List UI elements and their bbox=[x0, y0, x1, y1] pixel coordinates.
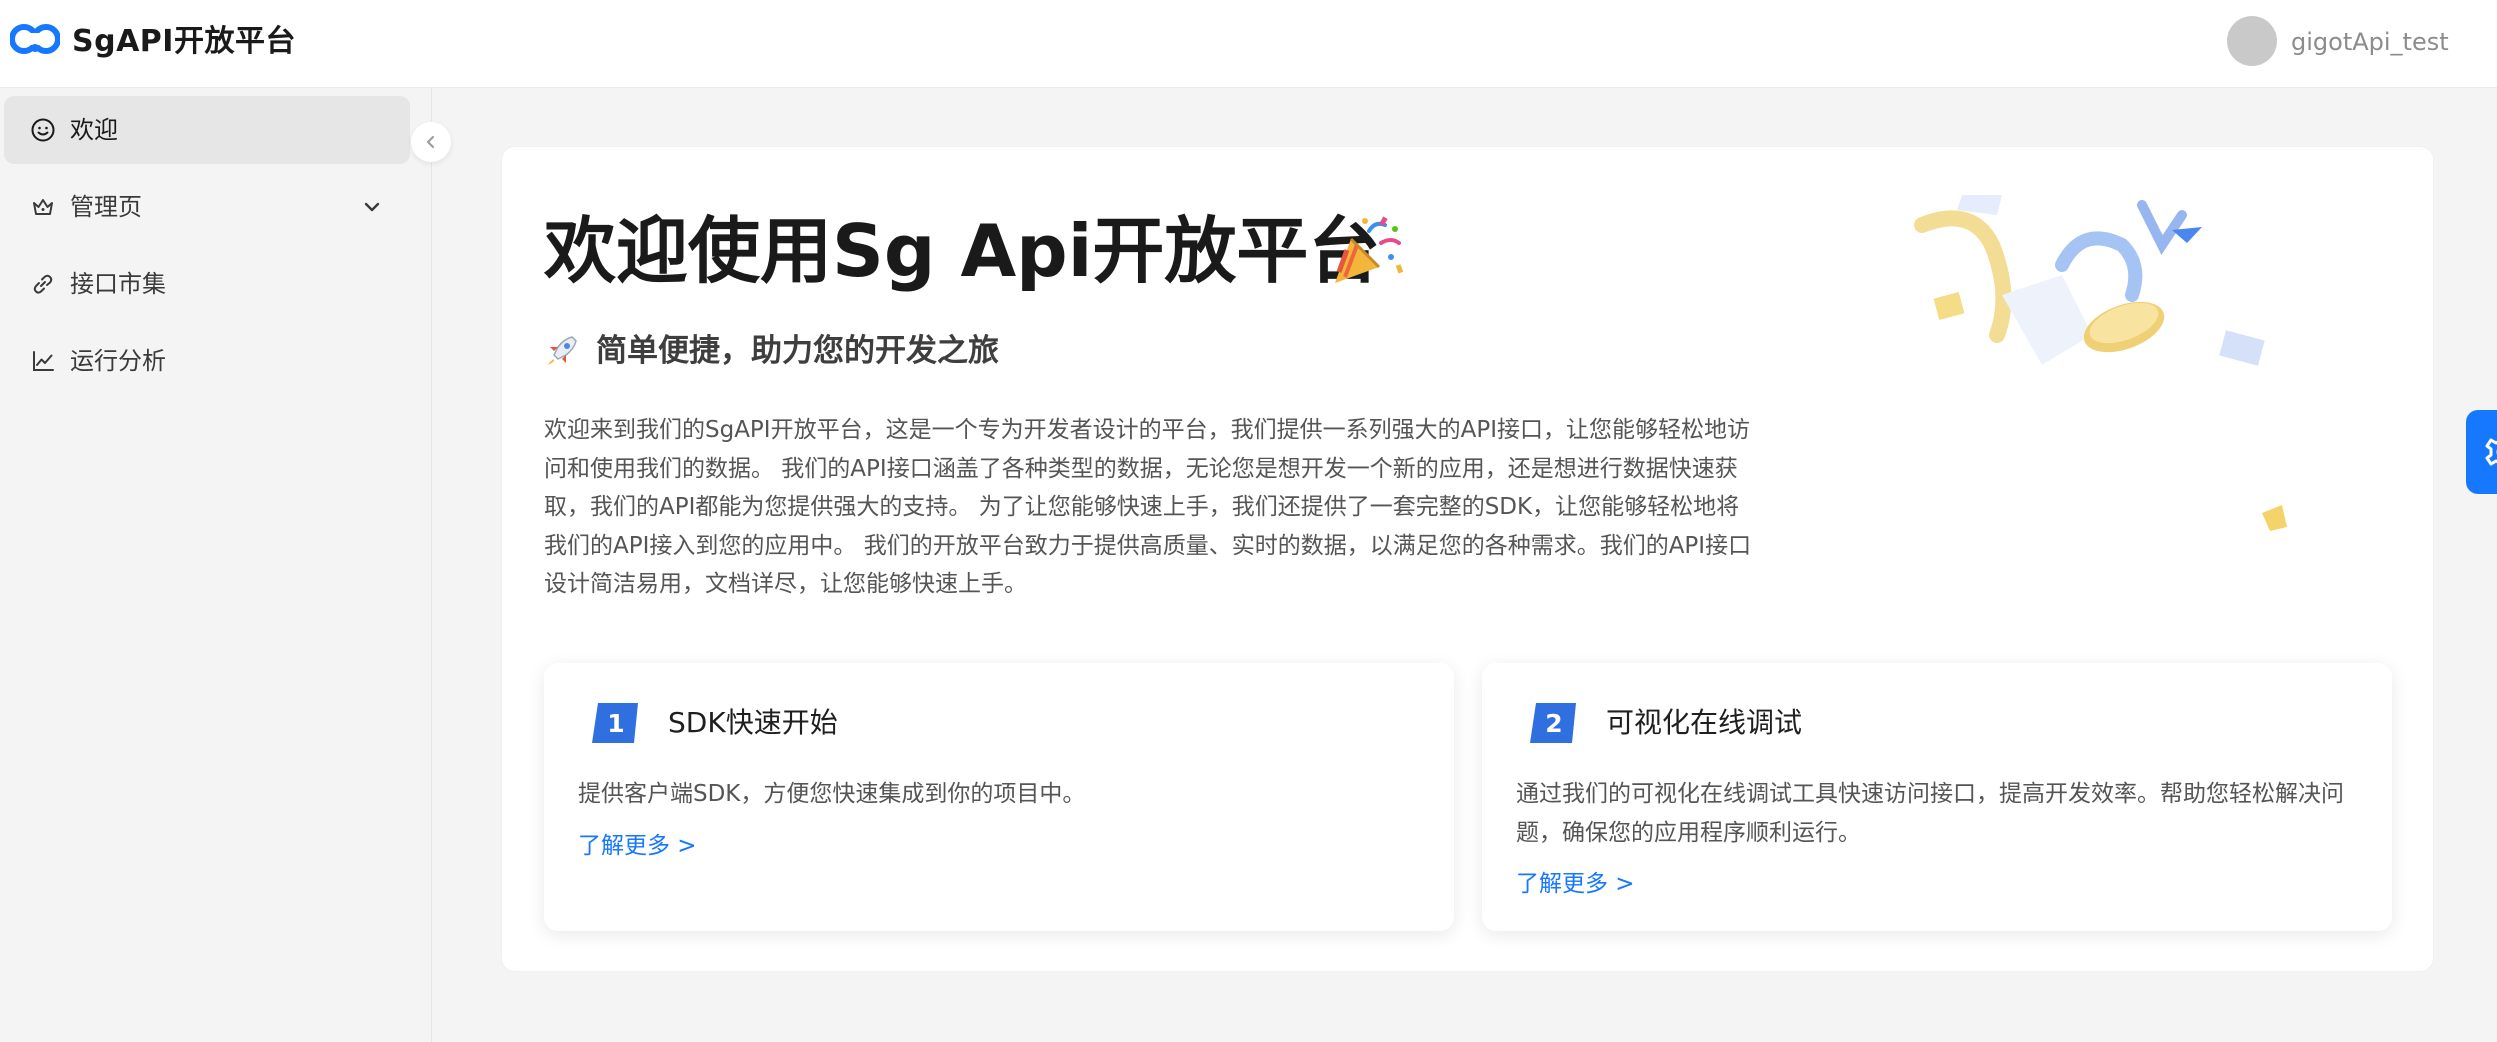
settings-drawer-button[interactable] bbox=[2466, 410, 2497, 494]
welcome-card: 欢迎使用Sg Api开放平台 简单便捷，助力您的开发之旅 欢迎来到我们的SgAP… bbox=[501, 146, 2434, 972]
chevron-down-icon[interactable] bbox=[360, 195, 384, 219]
number-badge: 1 bbox=[590, 701, 642, 745]
feature-description: 通过我们的可视化在线调试工具快速访问接口，提高开发效率。帮助您轻松解决问题，确保… bbox=[1516, 781, 2344, 846]
sidebar-item-label: 欢迎 bbox=[70, 116, 118, 144]
line-chart-icon bbox=[33, 351, 54, 371]
sidebar-collapse-button[interactable] bbox=[411, 122, 451, 162]
chevron-left-icon bbox=[427, 136, 434, 148]
sidebar: 欢迎 管理页 接口市集 运行分析 bbox=[0, 88, 432, 1042]
username[interactable]: gigotApi_test bbox=[2291, 26, 2449, 58]
feature-description: 提供客户端SDK，方便您快速集成到你的项目中。 bbox=[578, 781, 1086, 807]
rocket-icon bbox=[548, 336, 577, 365]
page-title: 欢迎使用Sg Api开放平台 bbox=[544, 209, 1381, 293]
brand-title[interactable]: SgAPI开放平台 bbox=[72, 22, 296, 62]
platform-description: 欢迎来到我们的SgAPI开放平台，这是一个专为开发者设计的平台，我们提供一系列强… bbox=[544, 417, 1752, 597]
feature-card-sdk: 1 SDK快速开始 提供客户端SDK，方便您快速集成到你的项目中。 了解更多 > bbox=[544, 663, 1454, 931]
logo-icon[interactable] bbox=[10, 22, 60, 56]
smile-icon bbox=[31, 118, 55, 142]
sidebar-item-admin[interactable]: 管理页 bbox=[4, 173, 410, 241]
sidebar-item-welcome[interactable]: 欢迎 bbox=[4, 96, 410, 164]
learn-more-link[interactable]: 了解更多 > bbox=[1516, 867, 1635, 901]
crown-icon bbox=[33, 199, 53, 215]
sidebar-item-label: 管理页 bbox=[70, 193, 142, 221]
subtitle: 简单便捷，助力您的开发之旅 bbox=[544, 331, 999, 371]
avatar[interactable] bbox=[2227, 16, 2277, 66]
gear-icon bbox=[2485, 438, 2497, 466]
subtitle-text: 简单便捷，助力您的开发之旅 bbox=[596, 333, 999, 369]
sidebar-item-analytics[interactable]: 运行分析 bbox=[4, 327, 410, 395]
sidebar-item-label: 运行分析 bbox=[70, 347, 166, 375]
sidebar-item-api-market[interactable]: 接口市集 bbox=[4, 250, 410, 318]
number-badge: 2 bbox=[1528, 701, 1580, 745]
link-icon bbox=[33, 274, 53, 294]
party-popper-icon bbox=[1335, 216, 1404, 283]
feature-card-debug: 2 可视化在线调试 通过我们的可视化在线调试工具快速访问接口，提高开发效率。帮助… bbox=[1482, 663, 2392, 931]
feature-title: SDK快速开始 bbox=[668, 706, 838, 739]
decoration-illustration bbox=[1914, 195, 2287, 531]
top-header: SgAPI开放平台 gigotApi_test bbox=[0, 0, 2497, 88]
learn-more-link[interactable]: 了解更多 > bbox=[578, 829, 697, 863]
feature-title: 可视化在线调试 bbox=[1606, 706, 1803, 739]
sidebar-item-label: 接口市集 bbox=[70, 270, 166, 298]
